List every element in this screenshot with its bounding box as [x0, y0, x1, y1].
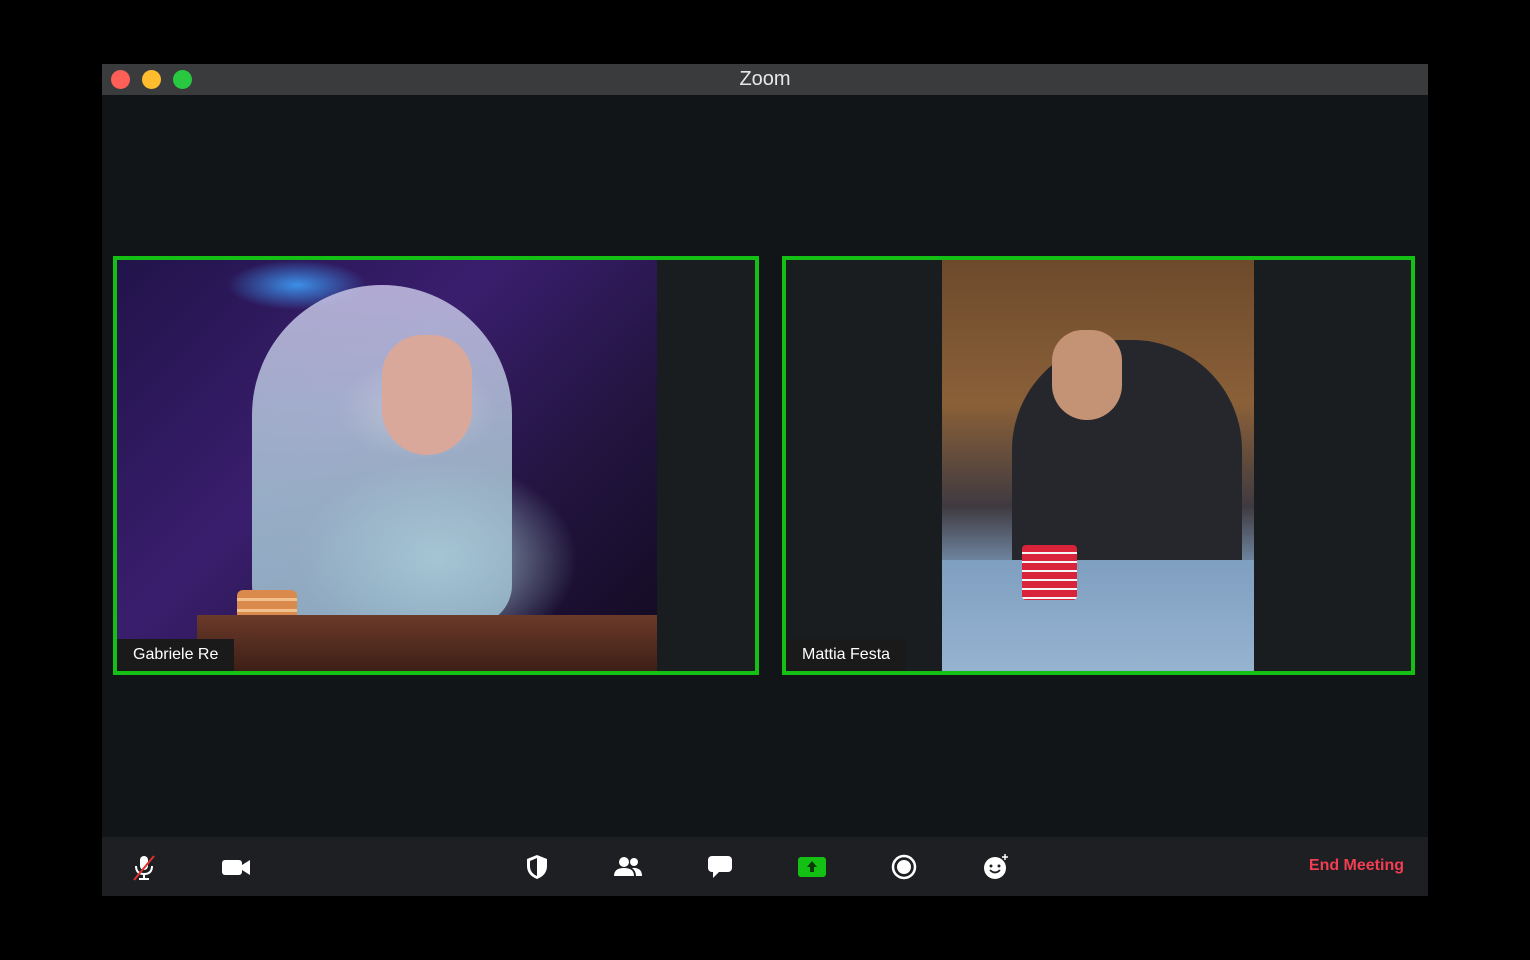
- video-button[interactable]: [220, 851, 252, 883]
- window-controls: [111, 70, 192, 89]
- window-title: Zoom: [739, 68, 791, 90]
- mute-button[interactable]: [128, 851, 160, 883]
- meeting-toolbar: End Meeting: [102, 837, 1428, 896]
- video-camera-icon: [222, 860, 250, 875]
- reactions-icon: [984, 854, 1008, 879]
- participants-button[interactable]: [612, 851, 644, 883]
- participant-name-label: Mattia Festa: [786, 639, 907, 671]
- end-meeting-button[interactable]: End Meeting: [1309, 857, 1404, 875]
- participant-video: [942, 260, 1254, 671]
- participant-video: [117, 260, 657, 671]
- close-window-button[interactable]: [111, 70, 130, 89]
- chat-button[interactable]: [704, 851, 736, 883]
- zoom-window: Zoom Gabriele Re Mattia Festa End Meetin…: [102, 64, 1428, 896]
- security-button[interactable]: [521, 851, 553, 883]
- record-button[interactable]: [888, 851, 920, 883]
- participant-tile-mattia[interactable]: Mattia Festa: [782, 256, 1415, 675]
- title-bar: Zoom: [102, 64, 1428, 95]
- participants-icon: [614, 857, 642, 876]
- record-icon: [891, 854, 917, 880]
- participant-tile-gabriele[interactable]: Gabriele Re: [113, 256, 759, 675]
- chat-icon: [708, 856, 732, 878]
- security-shield-icon: [527, 855, 547, 879]
- participant-name-label: Gabriele Re: [117, 639, 235, 671]
- minimize-window-button[interactable]: [142, 70, 161, 89]
- reactions-button[interactable]: [980, 851, 1012, 883]
- maximize-window-button[interactable]: [173, 70, 192, 89]
- share-screen-button[interactable]: [796, 851, 828, 883]
- mic-muted-icon: [133, 855, 155, 881]
- share-screen-icon: [798, 857, 826, 877]
